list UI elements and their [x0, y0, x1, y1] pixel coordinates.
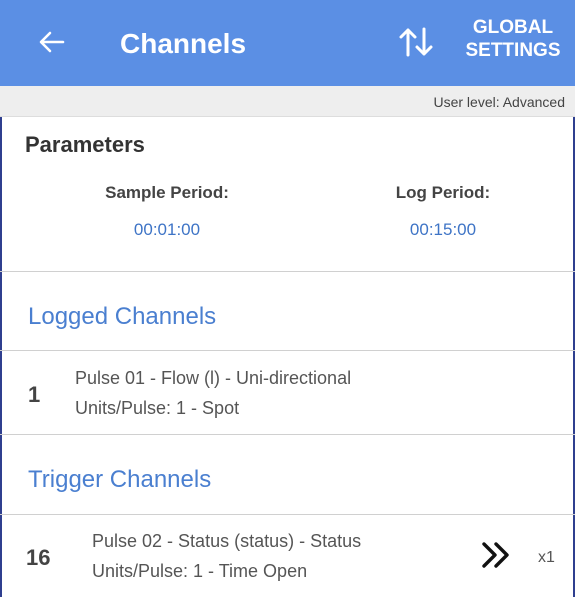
global-settings-button[interactable]: GLOBAL SETTINGS: [458, 16, 568, 62]
back-arrow-icon: [39, 31, 65, 53]
app-bar: Channels GLOBAL SETTINGS: [0, 0, 575, 86]
channel-description: Pulse 01 - Flow (l) - Uni-directional: [75, 368, 352, 388]
logged-channel-row[interactable]: 1 Pulse 01 - Flow (l) - Uni-directional …: [0, 352, 575, 434]
logged-channels-heading: Logged Channels: [28, 303, 217, 330]
user-level-bar: User level: Advanced: [0, 86, 575, 117]
divider: [0, 434, 575, 435]
double-chevron-right-icon: [482, 542, 509, 568]
log-period-label: Log Period:: [395, 183, 491, 202]
log-period-value[interactable]: 00:15:00: [343, 220, 543, 240]
channel-description: Pulse 02 - Status (status) - Status: [92, 531, 362, 551]
sort-button[interactable]: [392, 20, 440, 64]
sample-period-label: Sample Period:: [105, 183, 229, 202]
trigger-channel-row[interactable]: 16 Pulse 02 - Status (status) - Status U…: [0, 515, 575, 597]
user-level-text: User level: Advanced: [433, 94, 565, 110]
back-button[interactable]: [34, 22, 70, 62]
global-settings-label-line2: SETTINGS: [465, 40, 561, 61]
divider: [0, 271, 575, 272]
divider: [0, 350, 575, 351]
trigger-expand-button[interactable]: [478, 539, 516, 571]
global-settings-label-line1: GLOBAL: [472, 17, 554, 38]
channel-number: 16: [26, 545, 51, 570]
trigger-multiplier: x1: [538, 549, 555, 566]
parameters-heading: Parameters: [25, 132, 145, 157]
page-title: Channels: [120, 28, 247, 59]
channel-units: Units/Pulse: 1 - Time Open: [92, 561, 308, 581]
sample-period-value[interactable]: 00:01:00: [67, 220, 267, 240]
sort-arrows-icon: [399, 27, 433, 57]
channel-units: Units/Pulse: 1 - Spot: [75, 398, 240, 418]
channel-number: 1: [28, 382, 41, 407]
trigger-channels-heading: Trigger Channels: [28, 466, 212, 493]
